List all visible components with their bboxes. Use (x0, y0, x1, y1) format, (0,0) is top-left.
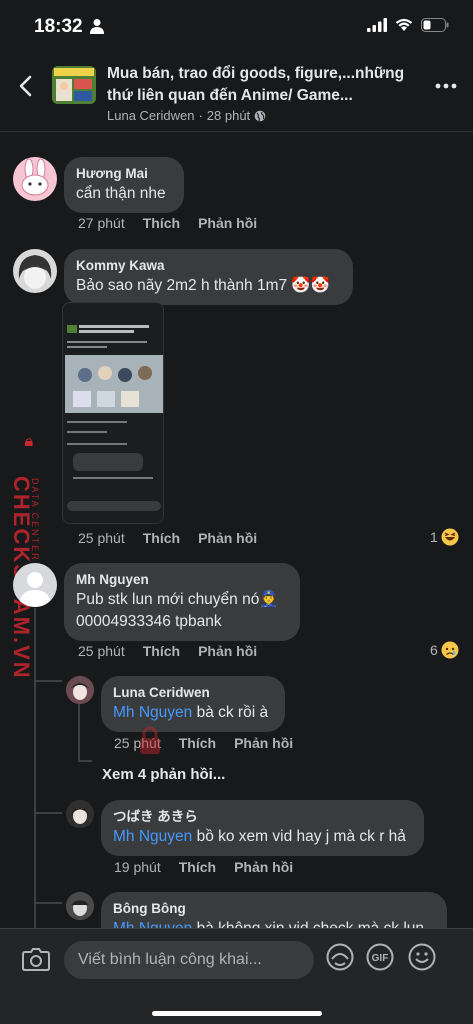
more-options-icon[interactable] (435, 82, 457, 90)
reply-time: 19 phút (114, 859, 161, 875)
reply-connector (34, 812, 62, 814)
comment-text: Bảo sao nãy 2m2 h thành 1m7 🤡🤡 (76, 277, 331, 294)
comment-text-line2: 00004933346 tpbank (76, 613, 222, 630)
reply-button[interactable]: Phản hồi (234, 859, 293, 875)
avatar[interactable] (13, 563, 57, 607)
wifi-icon (395, 18, 413, 31)
comment-actions: 25 phút Thích Phản hồi (78, 530, 257, 546)
post-meta: Luna Ceridwen · 28 phút (107, 108, 266, 123)
post-author[interactable]: Luna Ceridwen (107, 108, 194, 123)
comment-bubble: Hương Mai cẩn thận nhe (64, 157, 184, 213)
like-button[interactable]: Thích (179, 859, 216, 875)
comment-bubble: Mh Nguyen Pub stk lun mới chuyển nó👮 000… (64, 563, 300, 641)
back-arrow-icon[interactable] (14, 74, 38, 98)
reply-connector (34, 680, 62, 682)
mention-link[interactable]: Mh Nguyen (113, 828, 192, 845)
watermark-center (140, 720, 300, 770)
gif-icon[interactable]: GIF (366, 943, 394, 971)
comment-author[interactable]: Kommy Kawa (76, 257, 341, 275)
reply-button[interactable]: Phản hồi (198, 215, 257, 231)
comment-input[interactable]: Viết bình luận công khai... (64, 941, 314, 979)
reply-connector (78, 760, 92, 762)
avatar[interactable] (66, 800, 94, 828)
reply-button[interactable]: Phản hồi (198, 530, 257, 546)
status-time: 18:32 (34, 16, 83, 37)
like-button[interactable]: Thích (143, 643, 180, 659)
comment-actions: 27 phút Thích Phản hồi (78, 215, 257, 231)
post-header: Mua bán, trao đổi goods, figure,...những… (0, 52, 473, 132)
person-icon (90, 19, 104, 34)
reply-thread-line (78, 704, 80, 762)
reaction-count[interactable]: 6 (430, 641, 459, 659)
comment-time: 27 phút (78, 215, 125, 231)
comment-actions: 25 phút Thích Phản hồi (78, 643, 257, 659)
avatar[interactable] (13, 157, 57, 201)
thread-line (34, 608, 36, 928)
comment-author[interactable]: Hương Mai (76, 165, 172, 183)
avatar-sticker-icon[interactable] (326, 943, 354, 971)
avatar[interactable] (66, 676, 94, 704)
reaction-number: 6 (430, 642, 438, 658)
attached-screenshot[interactable] (62, 302, 164, 524)
reply-author[interactable]: Bông Bông (113, 900, 435, 918)
reply-author[interactable]: Luna Ceridwen (113, 684, 273, 702)
like-button[interactable]: Thích (143, 215, 180, 231)
camera-icon[interactable] (22, 946, 50, 972)
watermark-subtext: DATA CENTER (30, 478, 40, 562)
globe-icon (254, 110, 266, 121)
haha-reaction-icon (441, 528, 459, 546)
avatar[interactable] (66, 892, 94, 920)
reply-bubble: つばき あきら Mh Nguyen bồ ko xem vid hay j mà… (101, 800, 424, 856)
emoji-icon[interactable] (408, 943, 436, 971)
signal-icon (367, 18, 387, 32)
comment-author[interactable]: Mh Nguyen (76, 571, 288, 589)
watermark-lock-icon (25, 438, 33, 446)
comment-text-line1: Pub stk lun mới chuyển nó👮 (76, 591, 279, 608)
reply-actions: 19 phút Thích Phản hồi (114, 859, 293, 875)
post-age: 28 phút (206, 108, 251, 123)
mention-link[interactable]: Mh Nguyen (113, 704, 192, 721)
sad-reaction-icon (441, 641, 459, 659)
comment-text: cẩn thận nhe (76, 185, 166, 202)
reply-author[interactable]: つばき あきら (113, 808, 412, 826)
reply-connector (34, 902, 62, 904)
comment-bubble: Kommy Kawa Bảo sao nãy 2m2 h thành 1m7 🤡… (64, 249, 353, 305)
avatar[interactable] (13, 249, 57, 293)
meta-separator: · (198, 108, 203, 123)
comment-time: 25 phút (78, 530, 125, 546)
status-indicators (367, 18, 449, 32)
comment-composer: Viết bình luận công khai... GIF (0, 928, 473, 1024)
reply-button[interactable]: Phản hồi (198, 643, 257, 659)
reply-text: bồ ko xem vid hay j mà ck r hả (192, 828, 406, 845)
reply-text: bà ck rồi à (192, 704, 269, 721)
svg-text:GIF: GIF (372, 953, 389, 964)
home-indicator (152, 1011, 322, 1016)
like-button[interactable]: Thích (143, 530, 180, 546)
status-bar: 18:32 (0, 0, 473, 52)
post-title[interactable]: Mua bán, trao đổi goods, figure,...những… (107, 63, 423, 107)
group-thumbnail[interactable] (52, 66, 96, 104)
battery-icon (421, 18, 449, 32)
reaction-count[interactable]: 1 (430, 528, 459, 546)
reaction-number: 1 (430, 529, 438, 545)
comment-time: 25 phút (78, 643, 125, 659)
